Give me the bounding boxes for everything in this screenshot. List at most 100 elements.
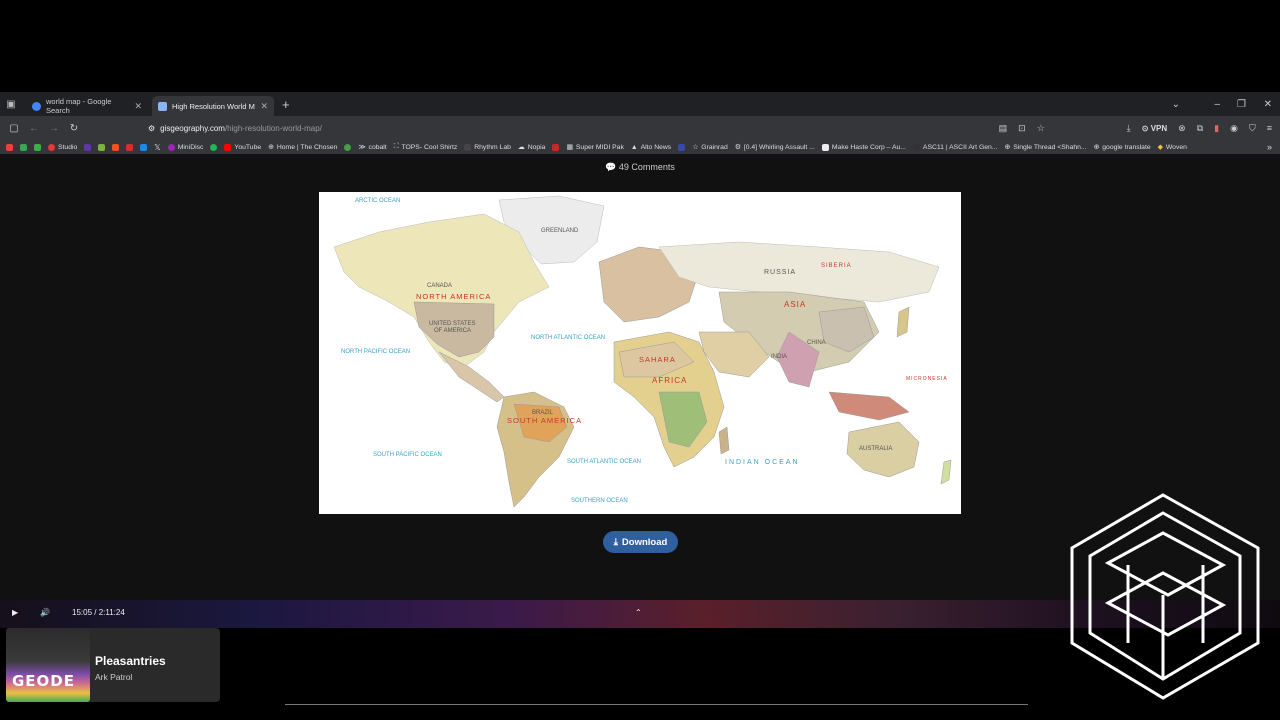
bookmark-n[interactable] <box>678 143 686 151</box>
tab-world-map[interactable]: High Resolution World Map - G ✕ <box>152 96 274 116</box>
bookmark-star-icon[interactable]: ☆ <box>1037 123 1045 134</box>
new-tab-icon[interactable]: + <box>282 97 290 112</box>
bookmark-minidisc[interactable]: MiniDisc <box>167 143 203 151</box>
bookmark-gmail[interactable] <box>6 143 13 151</box>
label-siberia: SIBERIA <box>821 263 852 269</box>
bookmark-rhythm-lab[interactable]: Rhythm Lab <box>464 143 511 151</box>
minimize-icon[interactable]: – <box>1214 92 1220 116</box>
gmail-icon <box>6 143 13 151</box>
bookmark-whirling[interactable]: ⚙ [0.4] Whirling Assault ... <box>735 143 815 152</box>
chevron-up-icon[interactable]: ⌃ <box>635 600 642 624</box>
url-field[interactable]: ⚙ gisgeography.com/high-resolution-world… <box>148 124 322 133</box>
back-icon[interactable]: ← <box>24 123 44 134</box>
bookmark-app[interactable] <box>20 143 27 151</box>
label-north-atlantic: NORTH ATLANTIC OCEAN <box>531 335 605 341</box>
page-icon <box>158 101 167 111</box>
tab-strip: ▣ world map - Google Search ✕ High Resol… <box>0 92 1280 116</box>
comments-count[interactable]: 💬 49 Comments <box>0 162 1280 173</box>
bookmark-tops[interactable]: ⛶ TOPS- Cool Shirtz <box>394 143 458 151</box>
label-usa: UNITED STATES <box>429 321 475 327</box>
shirt-icon: ⛶ <box>393 143 399 150</box>
play-icon <box>344 143 352 151</box>
tab-google-search[interactable]: world map - Google Search ✕ <box>26 96 148 116</box>
square-icon <box>112 143 120 151</box>
k-icon <box>34 143 41 151</box>
track-title: Pleasantries <box>95 654 166 668</box>
sidebar-icon[interactable]: ▢ <box>4 123 24 134</box>
gamepad-icon[interactable]: ◉ <box>1230 123 1238 134</box>
close-icon[interactable]: ✕ <box>260 101 268 112</box>
bookmark-super-midi[interactable]: ▦ Super MIDI Pak <box>566 143 623 152</box>
channel-logo-icon <box>1070 493 1260 700</box>
menu-icon[interactable]: ≡ <box>1267 123 1272 133</box>
extension-x-icon[interactable]: ⊗ <box>1178 123 1186 134</box>
star-icon: ☆ <box>692 144 699 151</box>
globe-icon: ⊕ <box>1093 144 1100 151</box>
label-australia: AUSTRALIA <box>859 446 892 452</box>
bookmarks-bar: Studio 𝕏 MiniDisc YouTube ⊕ Home | The Ch… <box>0 140 1280 154</box>
bookmark-google-translate[interactable]: ⊕ google translate <box>1093 143 1151 152</box>
top-letterbox <box>0 0 1280 92</box>
close-icon[interactable]: ✕ <box>134 101 142 112</box>
label-china: CHINA <box>807 340 826 346</box>
bookmark-blue[interactable] <box>140 143 148 151</box>
label-south-pacific: SOUTH PACIFIC OCEAN <box>373 452 442 458</box>
bookmark-single-thread[interactable]: ⊕ Single Thread <Shahn... <box>1004 143 1086 152</box>
square-icon <box>98 143 106 151</box>
bookmark-red-small[interactable] <box>552 143 560 151</box>
bookmark-grainrad[interactable]: ☆ Grainrad <box>692 143 728 152</box>
video-time: 15:05 / 2:11:24 <box>72 607 125 617</box>
bookmark-asc11[interactable]: ASC11 | ASCII Art Gen... <box>912 143 997 151</box>
bookmark-the-chosen[interactable]: ⊕ Home | The Chosen <box>268 143 337 152</box>
label-usa-2: OF AMERICA <box>434 328 471 334</box>
bookmark-purple[interactable] <box>84 143 92 151</box>
minidisc-icon <box>167 143 175 151</box>
extensions-icon[interactable]: ⧉ <box>1197 123 1203 134</box>
bookmark-studio[interactable]: Studio <box>48 143 77 151</box>
world-map-image[interactable]: ARCTIC OCEAN NORTH PACIFIC OCEAN NORTH A… <box>319 192 961 514</box>
download-icon: ⤓ <box>613 536 618 548</box>
bookmark-play[interactable] <box>344 143 352 151</box>
maximize-icon[interactable]: ❐ <box>1237 92 1246 116</box>
x-icon: 𝕏 <box>154 142 161 152</box>
square-icon <box>552 143 560 151</box>
now-playing-card[interactable]: GEODE Pleasantries Ark Patrol <box>6 628 220 702</box>
url-domain: gisgeography.com <box>160 123 225 133</box>
more-bookmarks-icon[interactable]: » <box>1267 142 1272 152</box>
reader-icon[interactable]: ▤ <box>999 123 1008 134</box>
bookmark-red[interactable] <box>126 143 134 151</box>
vpn-button[interactable]: ⊙ VPN <box>1142 124 1167 133</box>
bookmark-x[interactable]: 𝕏 <box>154 143 160 152</box>
bookmark-orange[interactable] <box>112 143 120 151</box>
label-south-atlantic: SOUTH ATLANTIC OCEAN <box>567 459 641 465</box>
bookmark-youtube[interactable]: YouTube <box>224 143 261 151</box>
shield-icon[interactable]: ⛉ <box>1249 123 1256 134</box>
label-micronesia: MICRONESIA <box>906 376 948 382</box>
forward-icon[interactable]: → <box>44 123 64 134</box>
square-icon <box>84 143 92 151</box>
google-icon <box>32 101 41 111</box>
player-progress-bar[interactable] <box>285 704 1028 705</box>
bookmark-nopia[interactable]: ☁ Nopia <box>518 143 546 152</box>
bookmark-spotify[interactable] <box>210 143 218 151</box>
label-arctic-ocean: ARCTIC OCEAN <box>355 198 400 204</box>
bookmark-alto-news[interactable]: ▲ Alto News <box>631 144 671 151</box>
screenshot-icon[interactable]: ⊡ <box>1018 123 1026 134</box>
tab-actions-icon[interactable]: ▣ <box>0 92 22 116</box>
tab-search-icon[interactable]: ⌄ <box>1172 92 1180 116</box>
close-window-icon[interactable]: ✕ <box>1264 92 1272 116</box>
album-art: GEODE <box>6 628 90 702</box>
bookmark-make-haste[interactable]: Make Haste Corp – Au... <box>821 143 906 151</box>
bookmark-green[interactable] <box>98 143 106 151</box>
bookmark-woven[interactable]: ◆ Woven <box>1158 143 1187 152</box>
volume-icon[interactable]: 🔊 <box>40 600 50 624</box>
play-icon[interactable]: ▶ <box>12 600 18 624</box>
notification-icon[interactable]: ▮ <box>1214 123 1219 134</box>
bookmark-cobalt[interactable]: ≫ cobalt <box>358 143 386 152</box>
reload-icon[interactable]: ↻ <box>64 123 84 134</box>
bookmark-k[interactable] <box>34 143 41 151</box>
download-icon[interactable]: ⤓ <box>1127 123 1131 134</box>
download-button[interactable]: ⤓ Download <box>603 531 678 553</box>
square-icon <box>126 143 134 151</box>
site-info-icon[interactable]: ⚙ <box>148 124 155 133</box>
